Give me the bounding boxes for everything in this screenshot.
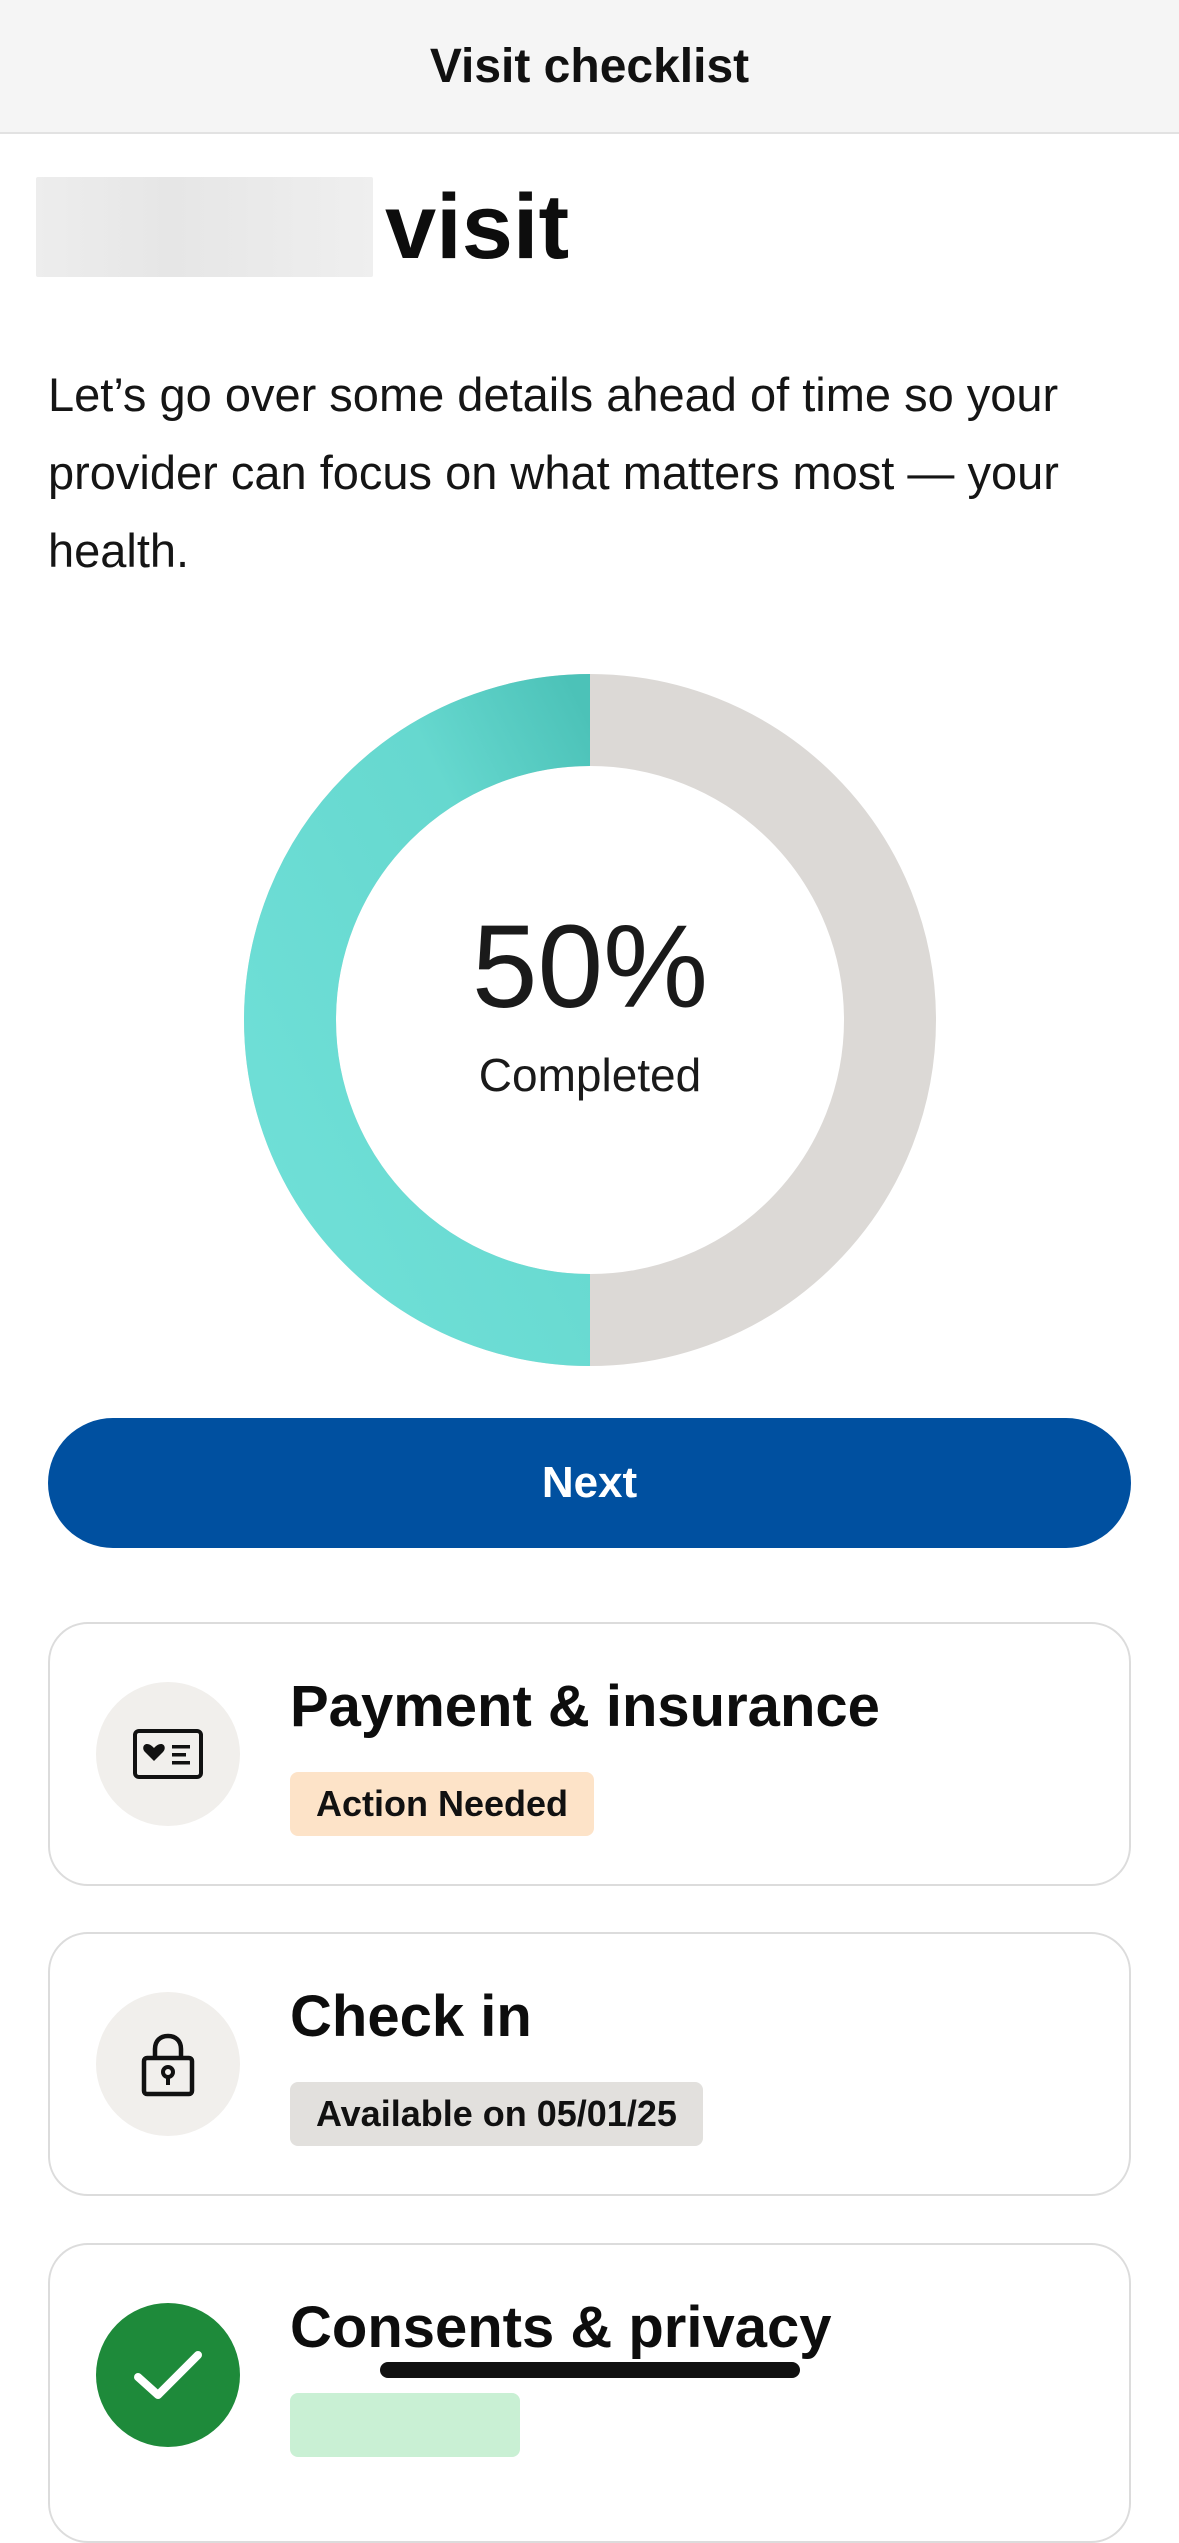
nav-bar: Visit checklist xyxy=(0,0,1179,134)
progress-label: Completed xyxy=(478,1049,702,1101)
task-card-consents[interactable]: Consents & privacy xyxy=(48,2243,1131,2543)
status-badge: Available on 05/01/25 xyxy=(290,2082,703,2146)
status-badge: Action Needed xyxy=(290,1772,595,1836)
lock-icon xyxy=(141,2033,195,2097)
task-title: Payment & insurance xyxy=(290,1674,880,1739)
progress-percent: 50% xyxy=(471,901,709,1033)
progress-ring: 50% Completed xyxy=(244,674,936,1366)
task-icon-container xyxy=(96,1682,240,1826)
intro-text: Let’s go over some details ahead of time… xyxy=(48,368,1059,577)
task-card-payment[interactable]: Payment & insurance Action Needed xyxy=(48,1622,1131,1886)
next-button[interactable]: Next xyxy=(48,1418,1131,1548)
page-title-suffix: visit xyxy=(385,176,570,278)
status-badge xyxy=(290,2393,520,2457)
text-underline-mark xyxy=(380,2362,800,2378)
task-title: Consents & privacy xyxy=(290,2295,832,2360)
task-icon-container xyxy=(96,2303,240,2447)
insurance-card-icon xyxy=(133,1729,203,1779)
redacted-provider-name xyxy=(36,177,373,277)
page-title: visit xyxy=(36,176,569,278)
task-title: Check in xyxy=(290,1984,532,2049)
checkmark-icon xyxy=(134,2351,202,2399)
page-header-title: Visit checklist xyxy=(429,39,750,93)
progress-center: 50% Completed xyxy=(244,674,936,1366)
task-icon-container xyxy=(96,1992,240,2136)
task-card-check-in[interactable]: Check in Available on 05/01/25 xyxy=(48,1932,1131,2196)
